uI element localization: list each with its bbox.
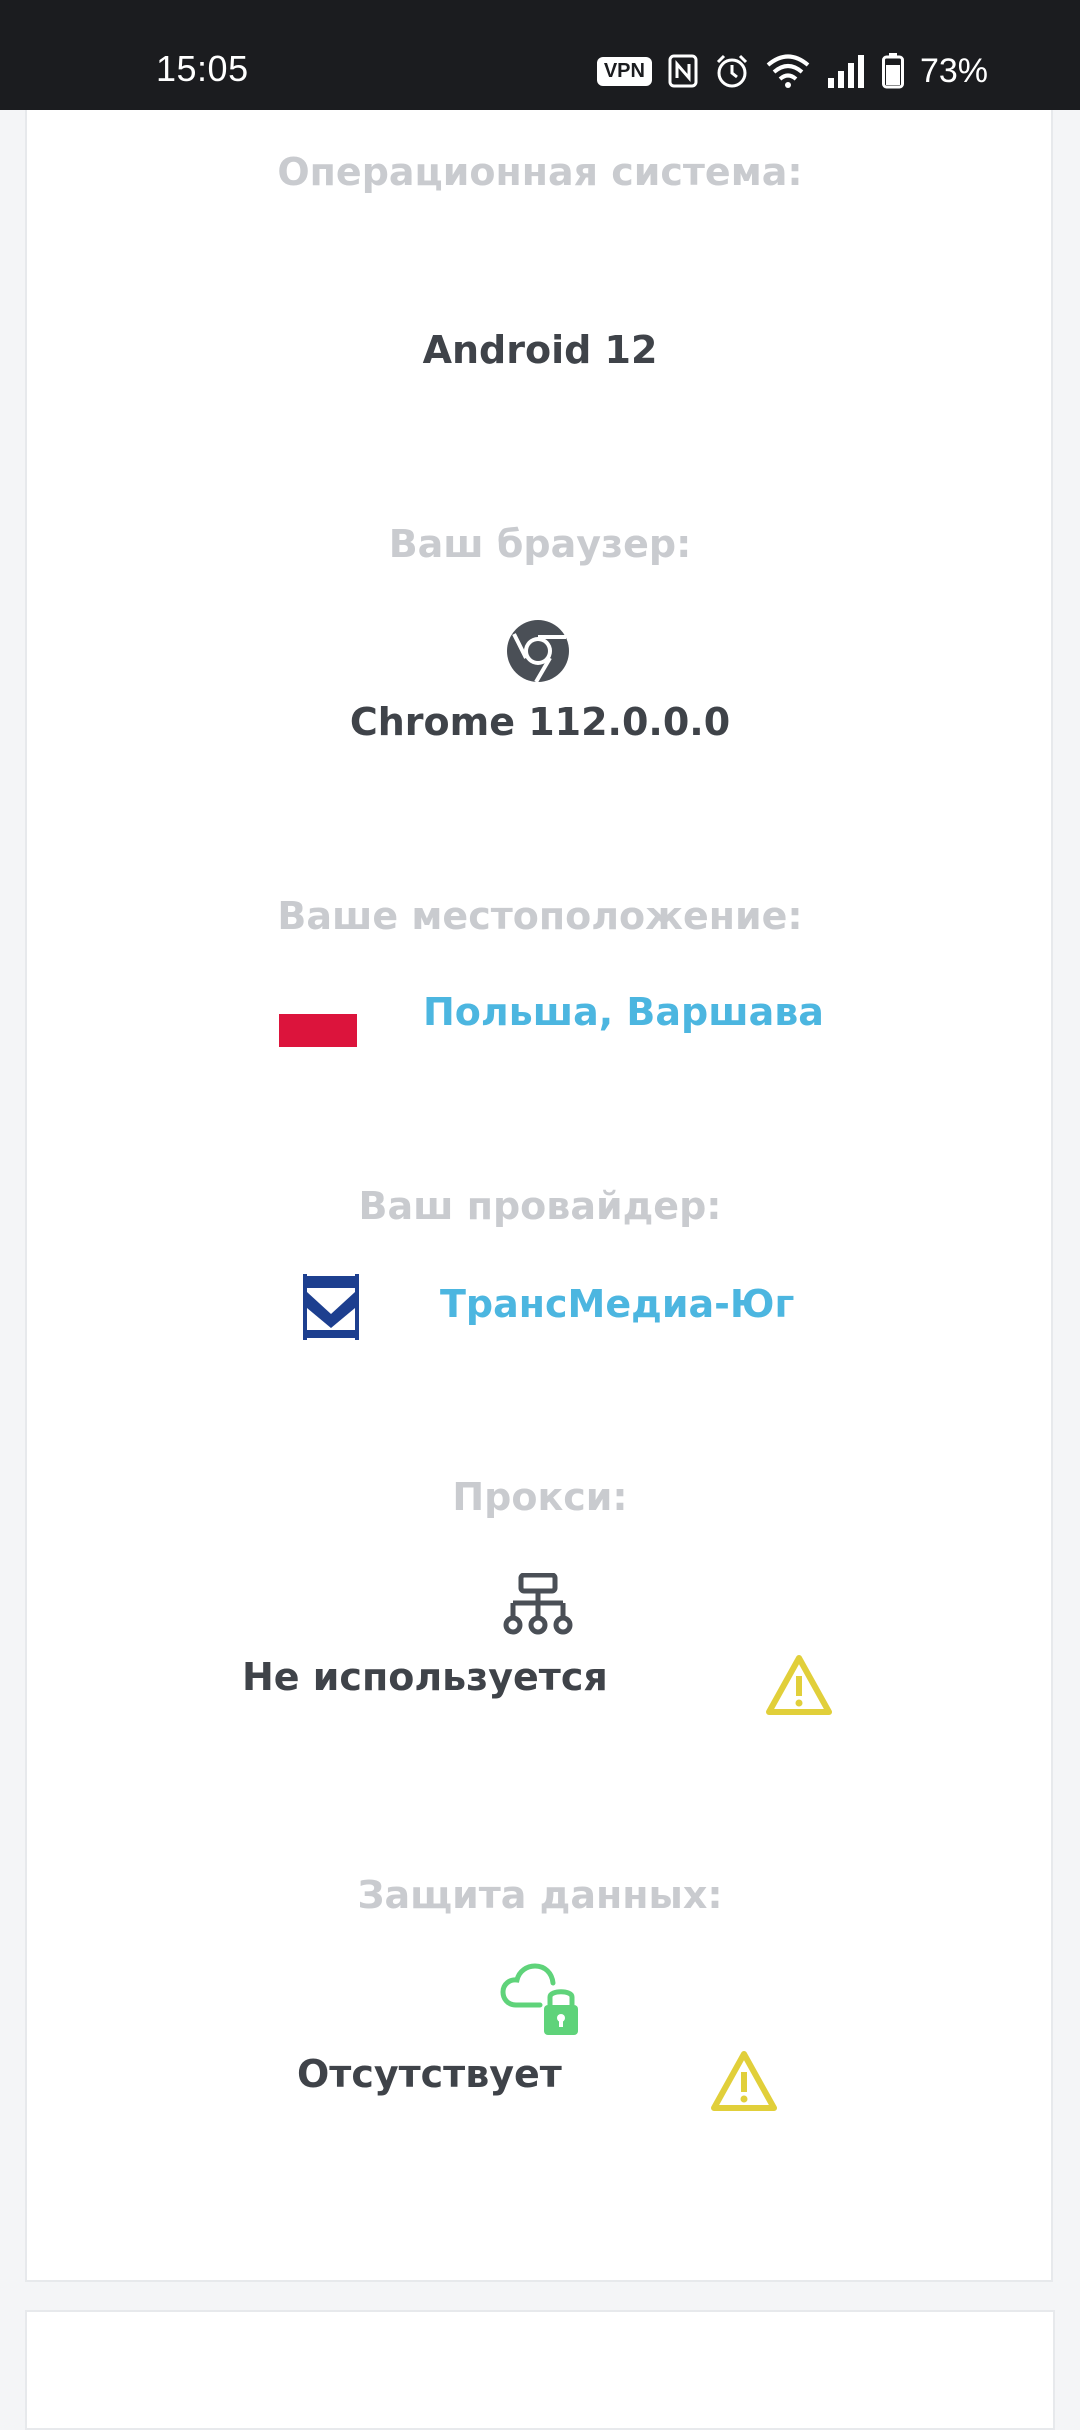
poland-flag-icon bbox=[279, 981, 357, 1047]
signal-icon bbox=[827, 55, 864, 88]
os-label: Операционная система: bbox=[277, 150, 803, 194]
data-protection-label: Защита данных: bbox=[357, 1873, 723, 1917]
battery-icon bbox=[881, 53, 904, 89]
battery-percent: 73% bbox=[919, 51, 988, 90]
chrome-icon bbox=[507, 620, 569, 683]
location-label: Ваше местоположение: bbox=[277, 894, 803, 938]
proxy-value: Не используется bbox=[242, 1655, 608, 1699]
proxy-label: Прокси: bbox=[452, 1475, 628, 1519]
status-bar: 15:05 VPN 73% bbox=[0, 0, 1080, 110]
proxy-warning-icon bbox=[766, 1655, 832, 1715]
status-time: 15:05 bbox=[156, 48, 249, 89]
provider-logo bbox=[301, 1272, 361, 1342]
cloud-lock-icon bbox=[500, 1963, 578, 2035]
wifi-icon bbox=[766, 54, 810, 88]
nfc-icon bbox=[668, 54, 698, 88]
browser-value: Chrome 112.0.0.0 bbox=[349, 700, 731, 744]
browser-label: Ваш браузер: bbox=[388, 522, 692, 566]
provider-label: Ваш провайдер: bbox=[358, 1184, 722, 1228]
data-protection-value: Отсутствует bbox=[297, 2052, 562, 2096]
vpn-icon: VPN bbox=[596, 56, 652, 86]
network-icon bbox=[503, 1573, 573, 1635]
location-link[interactable]: Польша, Варшава bbox=[423, 990, 824, 1034]
status-icons: VPN 73% bbox=[596, 48, 988, 94]
alarm-icon bbox=[716, 54, 747, 88]
os-value: Android 12 bbox=[422, 328, 658, 372]
next-card bbox=[25, 2310, 1055, 2430]
data-protection-warning-icon bbox=[711, 2051, 777, 2111]
provider-link[interactable]: ТрансМедиа-Юг bbox=[440, 1282, 794, 1326]
